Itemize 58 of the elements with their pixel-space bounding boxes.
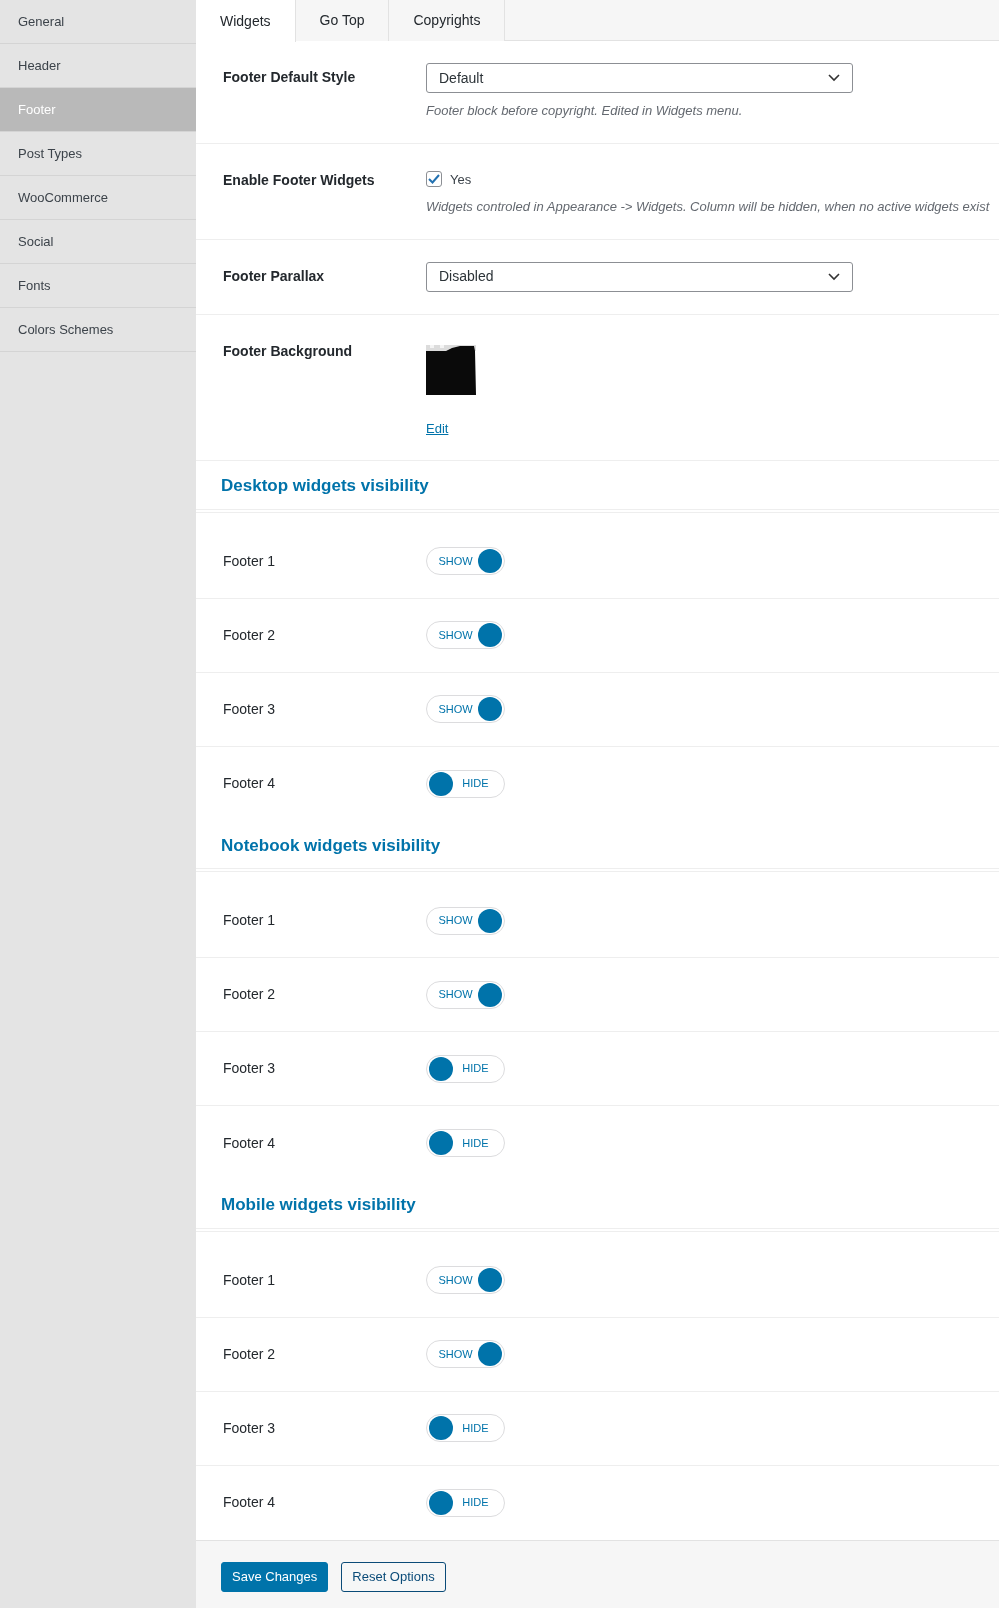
edit-link[interactable]: Edit xyxy=(426,418,449,438)
toggle-knob xyxy=(429,1131,453,1155)
section-heading: Desktop widgets visibility xyxy=(221,475,430,497)
visibility-toggle[interactable]: SHOW xyxy=(426,1266,505,1294)
setting-label: Enable Footer Widgets xyxy=(223,170,376,190)
tab[interactable]: Copyrights xyxy=(389,0,506,41)
row-label: Footer 4 xyxy=(223,774,277,793)
setting-label: Footer Parallax xyxy=(223,266,326,286)
row-label: Footer 3 xyxy=(223,699,277,719)
select-field[interactable]: Default xyxy=(426,63,853,93)
toggle-knob xyxy=(478,1268,502,1292)
visibility-toggle[interactable]: SHOW xyxy=(426,695,505,723)
chevron-down-icon xyxy=(828,272,840,281)
row-label: Footer 2 xyxy=(223,985,277,1004)
toggle-knob xyxy=(478,1342,502,1366)
row-label: Footer 4 xyxy=(223,1493,277,1512)
checkbox[interactable] xyxy=(426,171,442,188)
checkbox-label: Yes xyxy=(450,170,472,189)
visibility-toggle[interactable]: SHOW xyxy=(426,980,505,1009)
tab[interactable]: Widgets xyxy=(196,0,296,42)
visibility-toggle[interactable]: SHOW xyxy=(426,1340,505,1368)
toggle-knob xyxy=(478,623,502,647)
setting-description: Widgets controled in Appearance -> Widgets. Column will be hidden, when no active widgets exist xyxy=(426,198,990,216)
row-label: Footer 3 xyxy=(223,1418,277,1438)
toggle-knob xyxy=(478,908,502,933)
tab[interactable]: Go Top xyxy=(295,0,390,41)
row-label: Footer 1 xyxy=(223,1270,277,1290)
visibility-toggle[interactable]: HIDE xyxy=(426,1488,505,1517)
row-label: Footer 2 xyxy=(223,625,277,645)
visibility-toggle[interactable]: HIDE xyxy=(426,769,505,798)
visibility-toggle[interactable]: HIDE xyxy=(426,1054,505,1083)
toggle-knob xyxy=(429,1490,453,1515)
reset-button[interactable]: Reset Options xyxy=(341,1561,446,1592)
row-label: Footer 1 xyxy=(223,911,277,930)
setting-description: Footer block before copyright. Edited in Widgets menu. xyxy=(426,102,744,120)
select-field[interactable]: Disabled xyxy=(426,261,853,292)
row-label: Footer 4 xyxy=(223,1133,277,1153)
visibility-toggle[interactable]: HIDE xyxy=(426,1414,505,1442)
toggle-knob xyxy=(478,549,502,573)
save-button[interactable]: Save Changes xyxy=(221,1561,329,1592)
toggle-knob xyxy=(478,982,502,1007)
row-label: Footer 1 xyxy=(223,551,277,571)
toggle-knob xyxy=(429,1056,453,1081)
setting-label: Footer Default Style xyxy=(223,68,357,87)
toggle-knob xyxy=(478,697,502,721)
section-heading: Mobile widgets visibility xyxy=(221,1194,417,1216)
toggle-knob xyxy=(429,1416,453,1440)
chevron-down-icon xyxy=(828,74,840,82)
visibility-toggle[interactable]: SHOW xyxy=(426,906,505,935)
visibility-toggle[interactable]: SHOW xyxy=(426,547,505,575)
section-heading: Notebook widgets visibility xyxy=(221,834,442,857)
toggle-knob xyxy=(429,771,453,796)
row-label: Footer 3 xyxy=(223,1059,277,1078)
visibility-toggle[interactable]: HIDE xyxy=(426,1129,505,1157)
row-label: Footer 2 xyxy=(223,1344,277,1364)
check-icon xyxy=(428,174,440,185)
visibility-toggle[interactable]: SHOW xyxy=(426,621,505,649)
setting-label: Footer Background xyxy=(223,341,354,361)
